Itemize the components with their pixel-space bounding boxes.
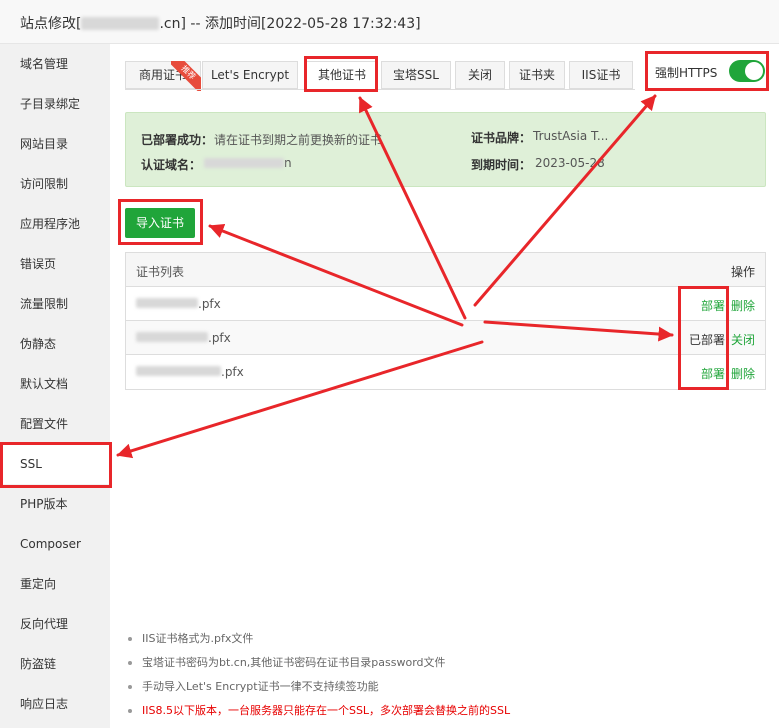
sidebar-item-ssl[interactable]: SSL xyxy=(0,444,110,484)
tab-commercial-label: 商用证书 xyxy=(138,68,187,82)
table-row: .pfx 部署 删除 xyxy=(126,355,765,389)
sidebar-item-domain[interactable]: 域名管理 xyxy=(0,44,110,84)
toggle-knob xyxy=(745,62,763,80)
sidebar-item-app-pool[interactable]: 应用程序池 xyxy=(0,204,110,244)
delete-button[interactable]: 删除 xyxy=(731,367,755,381)
ssl-status-box: 已部署成功： 请在证书到期之前更换新的证书 认证域名： n 证书品牌： Trus… xyxy=(125,112,766,187)
expire-value: 2023-05-28 xyxy=(535,156,605,170)
window-title: 站点修改[ .cn] -- 添加时间[2022-05-28 17:32:43] xyxy=(20,13,421,33)
table-row: .pfx 已部署 关闭 xyxy=(126,321,765,355)
deploy-status-value: 请在证书到期之前更换新的证书 xyxy=(214,133,383,147)
sidebar-item-default-doc[interactable]: 默认文档 xyxy=(0,364,110,404)
sidebar-item-traffic[interactable]: 流量限制 xyxy=(0,284,110,324)
sidebar-item-site-dir[interactable]: 网站目录 xyxy=(0,124,110,164)
redacted-domain xyxy=(204,158,284,168)
tab-bt-ssl[interactable]: 宝塔SSL xyxy=(381,61,451,89)
title-suffix: .cn] -- 添加时间[2022-05-28 17:32:43] xyxy=(159,16,421,32)
force-https-label: 强制HTTPS xyxy=(655,66,718,80)
title-prefix: 站点修改[ xyxy=(20,16,82,32)
cert-name: .pfx xyxy=(136,331,231,345)
table-row: .pfx 部署 删除 xyxy=(126,287,765,321)
cert-table: 证书列表 操作 .pfx 部署 删除 .pfx 已部署 关闭 .pfx 部署 删除 xyxy=(125,252,766,390)
sidebar-item-error-page[interactable]: 错误页 xyxy=(0,244,110,284)
sidebar-item-php[interactable]: PHP版本 xyxy=(0,484,110,524)
row-actions: 部署 删除 xyxy=(701,297,755,314)
sidebar-item-proxy[interactable]: 反向代理 xyxy=(0,604,110,644)
sidebar-item-config[interactable]: 配置文件 xyxy=(0,404,110,444)
sidebar-item-composer[interactable]: Composer xyxy=(0,524,110,564)
sidebar: 域名管理 子目录绑定 网站目录 访问限制 应用程序池 错误页 流量限制 伪静态 … xyxy=(0,44,110,728)
force-https: 强制HTTPS xyxy=(645,47,771,87)
sidebar-item-log[interactable]: 响应日志 xyxy=(0,684,110,724)
deploy-status-label: 已部署成功： xyxy=(141,133,214,147)
note-item: 手动导入Let's Encrypt证书一律不支持续签功能 xyxy=(125,675,765,699)
sidebar-item-redirect[interactable]: 重定向 xyxy=(0,564,110,604)
redacted-filename xyxy=(136,366,221,376)
deploy-button[interactable]: 部署 xyxy=(701,367,725,381)
header-cert-list: 证书列表 xyxy=(136,265,185,279)
help-notes: IIS证书格式为.pfx文件 宝塔证书密码为bt.cn,其他证书密码在证书目录p… xyxy=(125,627,765,723)
tabs-divider xyxy=(125,89,635,90)
cert-name: .pfx xyxy=(136,365,244,379)
delete-button[interactable]: 删除 xyxy=(731,299,755,313)
row-actions: 已部署 关闭 xyxy=(689,331,755,348)
redacted-filename xyxy=(136,298,198,308)
tab-commercial[interactable]: 商用证书 推荐 xyxy=(125,61,201,91)
note-item-warning: IIS8.5以下版本，一台服务器只能存在一个SSL，多次部署会替换之前的SSL xyxy=(125,699,765,723)
tab-cert-folder[interactable]: 证书夹 xyxy=(509,61,565,89)
cert-name: .pfx xyxy=(136,297,221,311)
table-header: 证书列表 操作 xyxy=(126,253,765,287)
header-actions: 操作 xyxy=(730,265,755,279)
brand-value: TrustAsia T... xyxy=(533,129,609,143)
note-item: 宝塔证书密码为bt.cn,其他证书密码在证书目录password文件 xyxy=(125,651,765,675)
tab-close[interactable]: 关闭 xyxy=(455,61,505,89)
import-cert-button[interactable]: 导入证书 xyxy=(125,208,195,238)
expire-label: 到期时间： xyxy=(471,158,532,172)
title-bar: 站点修改[ .cn] -- 添加时间[2022-05-28 17:32:43] xyxy=(0,0,779,44)
brand-label: 证书品牌： xyxy=(471,131,532,145)
sidebar-item-hotlink[interactable]: 防盗链 xyxy=(0,644,110,684)
domain-value: n xyxy=(204,156,292,170)
sidebar-item-access[interactable]: 访问限制 xyxy=(0,164,110,204)
domain-label: 认证域名： xyxy=(141,158,202,172)
main-panel: 商用证书 推荐 Let's Encrypt 其他证书 宝塔SSL 关闭 证书夹 … xyxy=(110,44,779,728)
note-item: IIS证书格式为.pfx文件 xyxy=(125,627,765,651)
deploy-button[interactable]: 部署 xyxy=(701,299,725,313)
sidebar-item-subdir[interactable]: 子目录绑定 xyxy=(0,84,110,124)
redacted-domain xyxy=(81,17,160,30)
tab-lets-encrypt[interactable]: Let's Encrypt xyxy=(202,61,298,89)
close-button[interactable]: 关闭 xyxy=(731,333,755,347)
row-actions: 部署 删除 xyxy=(701,365,755,382)
sidebar-item-rewrite[interactable]: 伪静态 xyxy=(0,324,110,364)
deployed-status: 已部署 xyxy=(688,333,725,347)
redacted-filename xyxy=(136,332,208,342)
tab-other-cert[interactable]: 其他证书 xyxy=(306,61,378,89)
tab-iis-cert[interactable]: IIS证书 xyxy=(569,61,633,89)
force-https-toggle[interactable] xyxy=(729,60,765,82)
